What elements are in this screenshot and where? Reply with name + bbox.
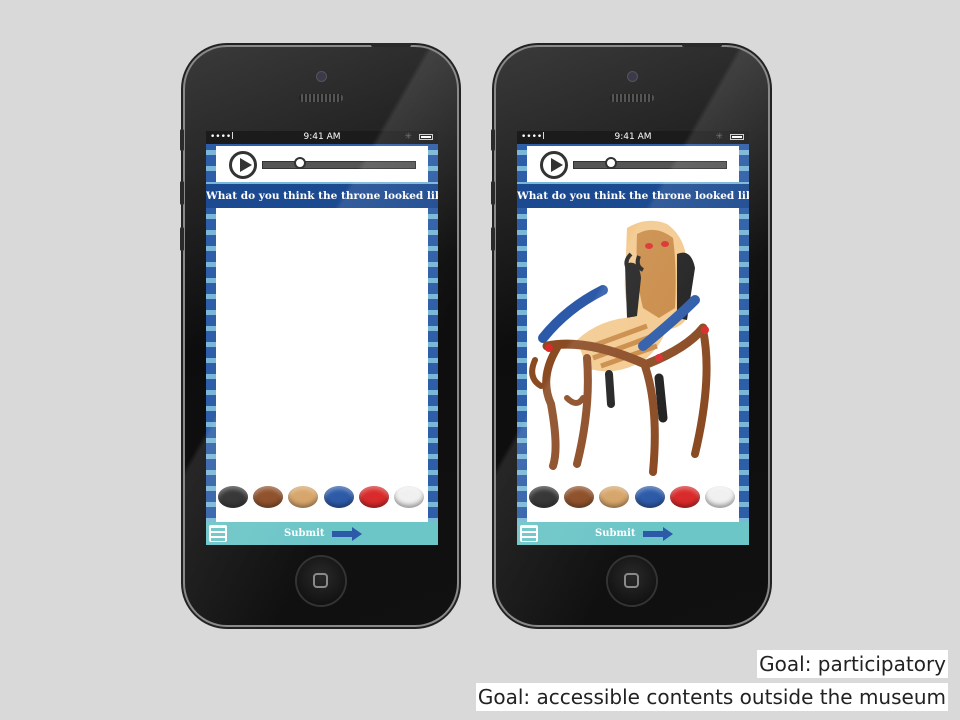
submit-button[interactable]: Submit: [284, 522, 324, 545]
color-swatch-red[interactable]: [359, 486, 389, 508]
patterned-frame: What do you think the throne looked like…: [206, 144, 438, 522]
color-swatch-white[interactable]: [394, 486, 424, 508]
mute-switch: [491, 129, 495, 151]
home-button[interactable]: [297, 557, 345, 605]
menu-icon[interactable]: [209, 525, 227, 542]
question-banner: What do you think the throne looked like…: [206, 184, 438, 208]
question-banner: What do you think the throne looked like…: [517, 184, 749, 208]
power-button: [682, 43, 722, 47]
play-icon[interactable]: [540, 151, 568, 179]
color-swatch-brown[interactable]: [253, 486, 283, 508]
volume-up-button: [180, 181, 184, 205]
arrow-right-icon[interactable]: [643, 527, 673, 541]
color-swatch-tan[interactable]: [599, 486, 629, 508]
color-swatch-tan[interactable]: [288, 486, 318, 508]
audio-player: [216, 146, 428, 182]
menu-icon[interactable]: [520, 525, 538, 542]
audio-progress-knob[interactable]: [605, 157, 617, 169]
battery-icon: [419, 134, 433, 140]
audio-progress-track[interactable]: [262, 161, 416, 169]
phone-left: ••••l 9:41 AM ✳ What do you think the th…: [180, 43, 457, 625]
screen: ••••l 9:41 AM ✳ What do you think the th…: [517, 131, 749, 545]
drawing-canvas[interactable]: [216, 208, 428, 522]
front-camera: [316, 71, 327, 82]
power-button: [371, 43, 411, 47]
phone-right: ••••l 9:41 AM ✳ What do you think the th…: [491, 43, 768, 625]
earpiece-speaker: [610, 94, 654, 102]
throne-drawing: [529, 220, 711, 476]
goal-caption-accessible: Goal: accessible contents outside the mu…: [475, 683, 948, 711]
color-swatch-brown[interactable]: [564, 486, 594, 508]
color-palette: [216, 484, 428, 512]
arrow-right-icon[interactable]: [332, 527, 362, 541]
color-swatch-red[interactable]: [670, 486, 700, 508]
color-palette: [527, 484, 739, 512]
volume-down-button: [491, 227, 495, 251]
color-swatch-white[interactable]: [705, 486, 735, 508]
patterned-frame: What do you think the throne looked like…: [517, 144, 749, 522]
volume-down-button: [180, 227, 184, 251]
mute-switch: [180, 129, 184, 151]
color-swatch-blue[interactable]: [635, 486, 665, 508]
status-bar: ••••l 9:41 AM ✳: [517, 131, 749, 144]
audio-player: [527, 146, 739, 182]
submit-button[interactable]: Submit: [595, 522, 635, 545]
drawing-canvas[interactable]: [527, 208, 739, 522]
color-swatch-black[interactable]: [218, 486, 248, 508]
bottom-bar: Submit: [517, 522, 749, 545]
bluetooth-icon: ✳: [715, 132, 723, 142]
earpiece-speaker: [299, 94, 343, 102]
screen: ••••l 9:41 AM ✳ What do you think the th…: [206, 131, 438, 545]
home-button[interactable]: [608, 557, 656, 605]
volume-up-button: [491, 181, 495, 205]
audio-progress-knob[interactable]: [294, 157, 306, 169]
bluetooth-icon: ✳: [404, 132, 412, 142]
goal-caption-participatory: Goal: participatory: [757, 650, 948, 678]
bottom-bar: Submit: [206, 522, 438, 545]
battery-icon: [730, 134, 744, 140]
front-camera: [627, 71, 638, 82]
status-time: 9:41 AM: [303, 132, 341, 142]
status-bar: ••••l 9:41 AM ✳: [206, 131, 438, 144]
color-swatch-blue[interactable]: [324, 486, 354, 508]
status-time: 9:41 AM: [614, 132, 652, 142]
audio-progress-track[interactable]: [573, 161, 727, 169]
color-swatch-black[interactable]: [529, 486, 559, 508]
play-icon[interactable]: [229, 151, 257, 179]
